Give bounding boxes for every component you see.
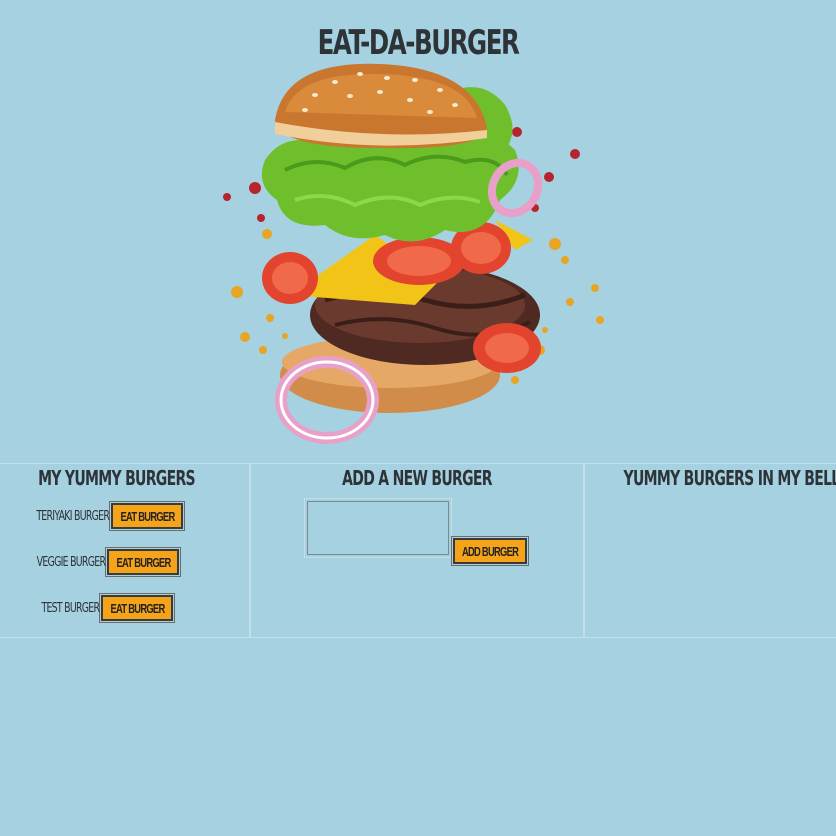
burger-name: TERIYAKI BURGER — [36, 508, 110, 524]
my-burgers-panel: MY YUMMY BURGERS TERIYAKI BURGER EAT BUR… — [0, 463, 250, 638]
burger-name: VEGGIE BURGER — [36, 554, 105, 570]
add-burger-panel: ADD A NEW BURGER ADD BURGER — [250, 463, 584, 638]
burger-name-input[interactable] — [304, 498, 452, 558]
burger-panels: MY YUMMY BURGERS TERIYAKI BURGER EAT BUR… — [0, 463, 836, 638]
page: EAT-DA-BURGER MY YUMMY BURGERS TERIYAKI … — [0, 0, 836, 836]
belly-heading: YUMMY BURGERS IN MY BELLY — [623, 466, 836, 490]
list-item: VEGGIE BURGER EAT BURGER — [10, 547, 181, 577]
add-burger-button[interactable]: ADD BURGER — [451, 536, 529, 566]
belly-panel: YUMMY BURGERS IN MY BELLY — [584, 463, 836, 638]
burger-hero-image — [223, 63, 604, 444]
add-burger-heading: ADD A NEW BURGER — [342, 466, 492, 490]
eat-burger-button[interactable]: EAT BURGER — [105, 547, 181, 577]
eat-burger-button[interactable]: EAT BURGER — [109, 501, 185, 531]
list-item: TERIYAKI BURGER EAT BURGER — [8, 501, 185, 531]
burger-name: TEST BURGER — [41, 600, 100, 616]
my-burgers-heading: MY YUMMY BURGERS — [38, 466, 196, 490]
eat-burger-button[interactable]: EAT BURGER — [99, 593, 175, 623]
list-item: TEST BURGER EAT BURGER — [19, 593, 175, 623]
